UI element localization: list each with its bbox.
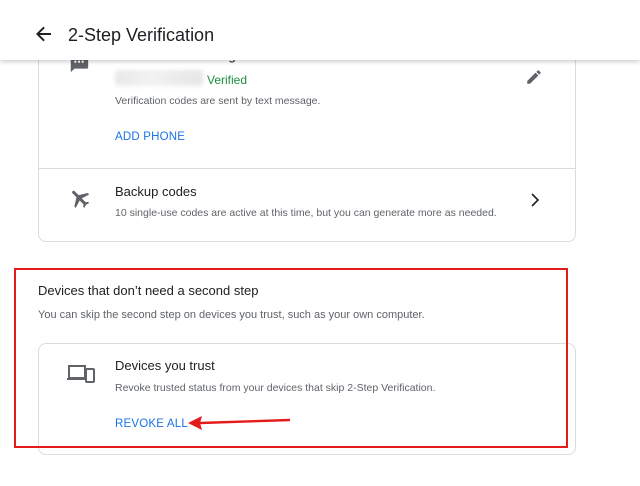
devices-section-description: You can skip the second step on devices … (38, 309, 425, 321)
devices-icon (65, 362, 97, 386)
phone-number-redacted (115, 70, 203, 86)
trusted-devices-title: Devices you trust (115, 358, 215, 373)
trusted-devices-card: Devices you trust Revoke trusted status … (38, 343, 576, 455)
back-button[interactable] (32, 22, 56, 46)
arrow-back-icon[interactable] (36, 26, 52, 42)
devices-section-heading: Devices that don’t need a second step (38, 283, 259, 298)
plane-icon (67, 185, 93, 211)
edit-button[interactable] (525, 68, 545, 88)
pencil-icon[interactable] (525, 68, 543, 86)
add-phone-button[interactable]: ADD PHONE (115, 131, 185, 143)
trusted-devices-description: Revoke trusted status from your devices … (115, 382, 436, 394)
row-divider (39, 168, 575, 169)
verification-methods-card: Voice or text message Verified Verificat… (38, 30, 576, 242)
backup-codes-title: Backup codes (115, 184, 197, 199)
verified-status: Verified (207, 73, 248, 87)
app-header: 2-Step Verification (0, 0, 640, 60)
revoke-all-button[interactable]: REVOKE ALL (115, 418, 188, 430)
backup-codes-description: 10 single-use codes are active at this t… (115, 207, 497, 219)
page-title: 2-Step Verification (68, 25, 215, 45)
voice-text-description: Verification codes are sent by text mess… (115, 95, 321, 107)
chevron-right-icon[interactable] (529, 193, 541, 207)
